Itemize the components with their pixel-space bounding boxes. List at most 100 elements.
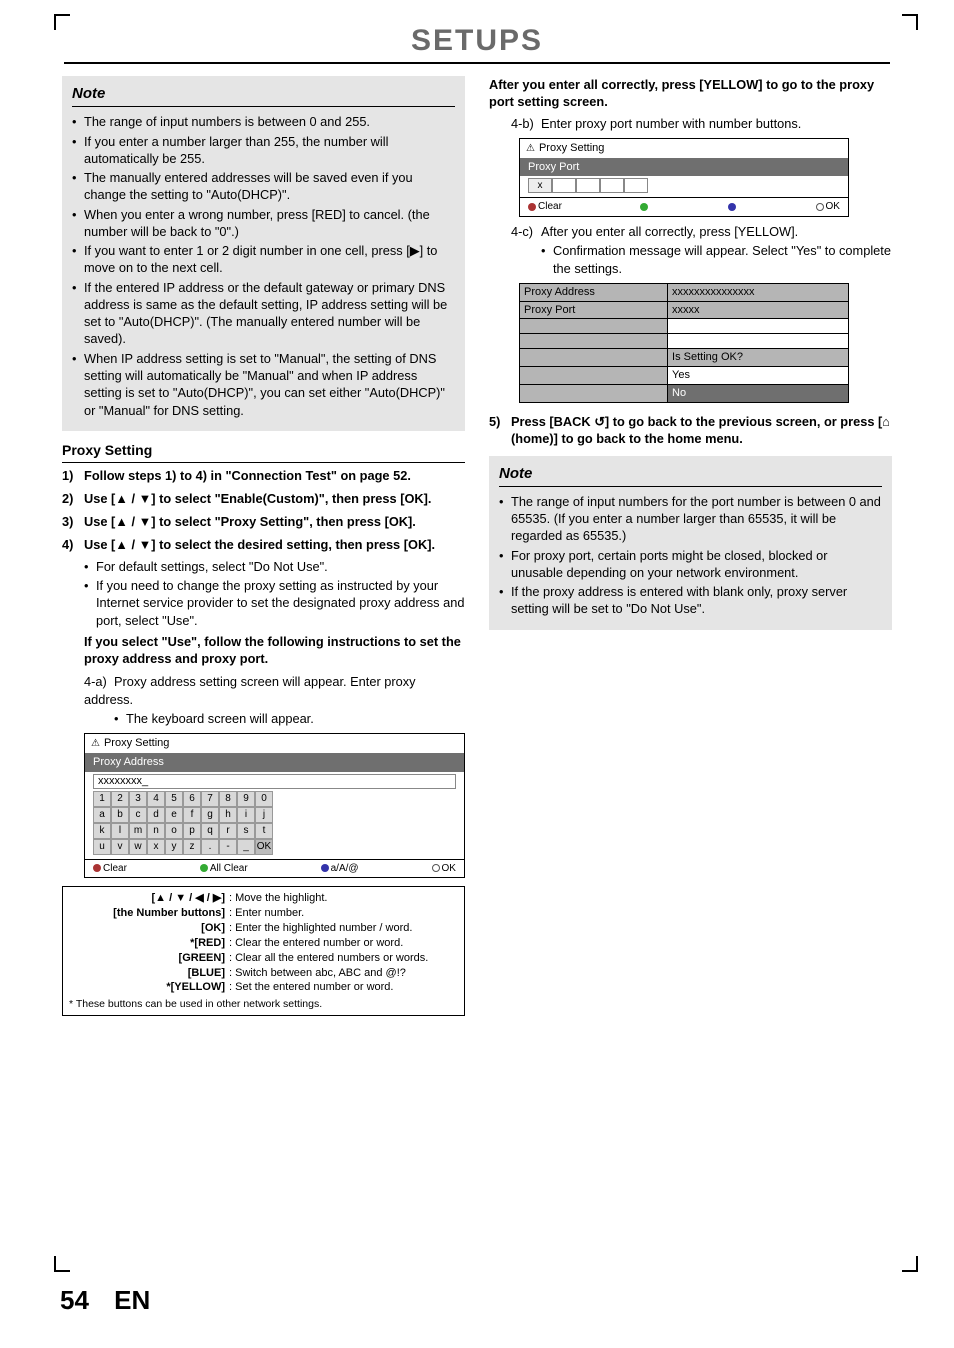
right-top-instruction: After you enter all correctly, press [YE… [489,76,892,111]
green-dot-icon [640,203,648,211]
step-4b: 4-b)Enter proxy port number with number … [489,115,892,132]
note-item: If you enter a number larger than 255, t… [72,133,455,168]
kb-key[interactable]: a [93,807,111,823]
step-text: Use [▲ / ▼] to select the desired settin… [84,537,435,552]
legend-key: [OK] [69,921,229,936]
step-2: 2)Use [▲ / ▼] to select "Enable(Custom)"… [62,490,465,507]
kb-key[interactable]: y [165,839,183,855]
foot-clear[interactable]: Clear [538,201,562,212]
note-item: When IP address setting is set to "Manua… [72,350,455,419]
note-item: The manually entered addresses will be s… [72,169,455,204]
note-item: The range of input numbers is between 0 … [72,113,455,130]
step4b-text: Enter proxy port number with number butt… [541,116,801,131]
kb-key[interactable]: 6 [183,791,201,807]
step-text: Follow steps 1) to 4) in "Connection Tes… [84,468,411,483]
note-item: If the entered IP address or the default… [72,279,455,348]
kb-key[interactable]: 5 [165,791,183,807]
step-5: 5)Press [BACK ↺] to go back to the previ… [489,413,892,448]
kb-key[interactable]: w [129,839,147,855]
note-heading: Note [499,464,882,487]
blue-dot-icon [321,864,329,872]
kb-key[interactable]: h [219,807,237,823]
kb-key[interactable]: x [147,839,165,855]
proxy-address-input[interactable]: xxxxxxxx_ [93,774,456,789]
kb-key[interactable]: - [219,839,237,855]
confirm-yes[interactable]: Yes [668,367,849,385]
keyboard-grid[interactable]: 1234567890 abcdefghij klmnopqrst uvwxyz.… [93,791,456,855]
step4c-sub: Confirmation message will appear. Select… [541,242,892,277]
legend-key: *[RED] [69,936,229,951]
kb-key[interactable]: t [255,823,273,839]
page-lang: EN [114,1285,150,1315]
confirm-table: Proxy Addressxxxxxxxxxxxxxxx Proxy Portx… [519,283,849,403]
foot-ok[interactable]: OK [442,863,456,874]
port-cell[interactable] [624,178,648,193]
step4-bullet: If you need to change the proxy setting … [84,577,465,629]
kb-key[interactable]: q [201,823,219,839]
foot-ok[interactable]: OK [826,201,840,212]
step4c-text: After you enter all correctly, press [YE… [541,224,798,239]
kb-key[interactable]: m [129,823,147,839]
kb-key[interactable]: 8 [219,791,237,807]
port-cell[interactable] [600,178,624,193]
kb-key[interactable]: g [201,807,219,823]
confirm-value: xxxxx [668,301,849,319]
note-heading: Note [72,84,455,107]
step-text: Press [BACK ↺] to go back to the previou… [511,414,890,446]
step-4a: 4-a)Proxy address setting screen will ap… [62,673,465,727]
kb-key[interactable]: k [93,823,111,839]
step4-bullet: For default settings, select "Do Not Use… [84,558,465,575]
note-list-left: The range of input numbers is between 0 … [72,113,455,419]
foot-allclear[interactable]: All Clear [210,863,248,874]
kb-key[interactable]: 3 [129,791,147,807]
kb-key[interactable]: _ [237,839,255,855]
confirm-label: Proxy Port [520,301,668,319]
kb-key[interactable]: r [219,823,237,839]
kb-key[interactable]: e [165,807,183,823]
kb-key[interactable]: s [237,823,255,839]
note-item: If you want to enter 1 or 2 digit number… [72,242,455,277]
port-cell[interactable]: x [528,178,552,193]
kb-key[interactable]: d [147,807,165,823]
kb-key[interactable]: n [147,823,165,839]
port-cell[interactable] [576,178,600,193]
kb-key[interactable]: p [183,823,201,839]
kb-key[interactable]: v [111,839,129,855]
step-1: 1)Follow steps 1) to 4) in "Connection T… [62,467,465,484]
kb-key[interactable]: 0 [255,791,273,807]
kb-key[interactable]: . [201,839,219,855]
kb-key[interactable]: 1 [93,791,111,807]
foot-clear[interactable]: Clear [103,863,127,874]
kb-key[interactable]: u [93,839,111,855]
ok-circle-icon [432,864,440,872]
kb-key[interactable]: f [183,807,201,823]
page-number: 54 [60,1285,89,1315]
kb-key[interactable]: 2 [111,791,129,807]
confirm-no[interactable]: No [668,385,849,403]
step-4c: 4-c)After you enter all correctly, press… [489,223,892,277]
foot-mode[interactable]: a/A/@ [331,863,359,874]
kb-key-ok[interactable]: OK [255,839,273,855]
green-dot-icon [200,864,208,872]
legend-key: [the Number buttons] [69,906,229,921]
kb-key[interactable]: b [111,807,129,823]
kb-key[interactable]: c [129,807,147,823]
kb-key[interactable]: l [111,823,129,839]
kb-key[interactable]: 4 [147,791,165,807]
kb-key[interactable]: z [183,839,201,855]
confirm-value: xxxxxxxxxxxxxxx [668,283,849,301]
kb-key[interactable]: i [237,807,255,823]
port-cell[interactable] [552,178,576,193]
legend-desc: : Set the entered number or word. [229,980,458,995]
legend-desc: : Enter the highlighted number / word. [229,921,458,936]
legend-desc: : Switch between abc, ABC and @!? [229,966,458,981]
legend-box: [▲ / ▼ / ◀ / ▶]: Move the highlight. [th… [62,886,465,1016]
kb-key[interactable]: o [165,823,183,839]
ok-circle-icon [816,203,824,211]
legend-desc: : Move the highlight. [229,891,458,906]
note-item: The range of input numbers for the port … [499,493,882,545]
kb-key[interactable]: j [255,807,273,823]
kb-key[interactable]: 9 [237,791,255,807]
kb-key[interactable]: 7 [201,791,219,807]
red-dot-icon [528,203,536,211]
